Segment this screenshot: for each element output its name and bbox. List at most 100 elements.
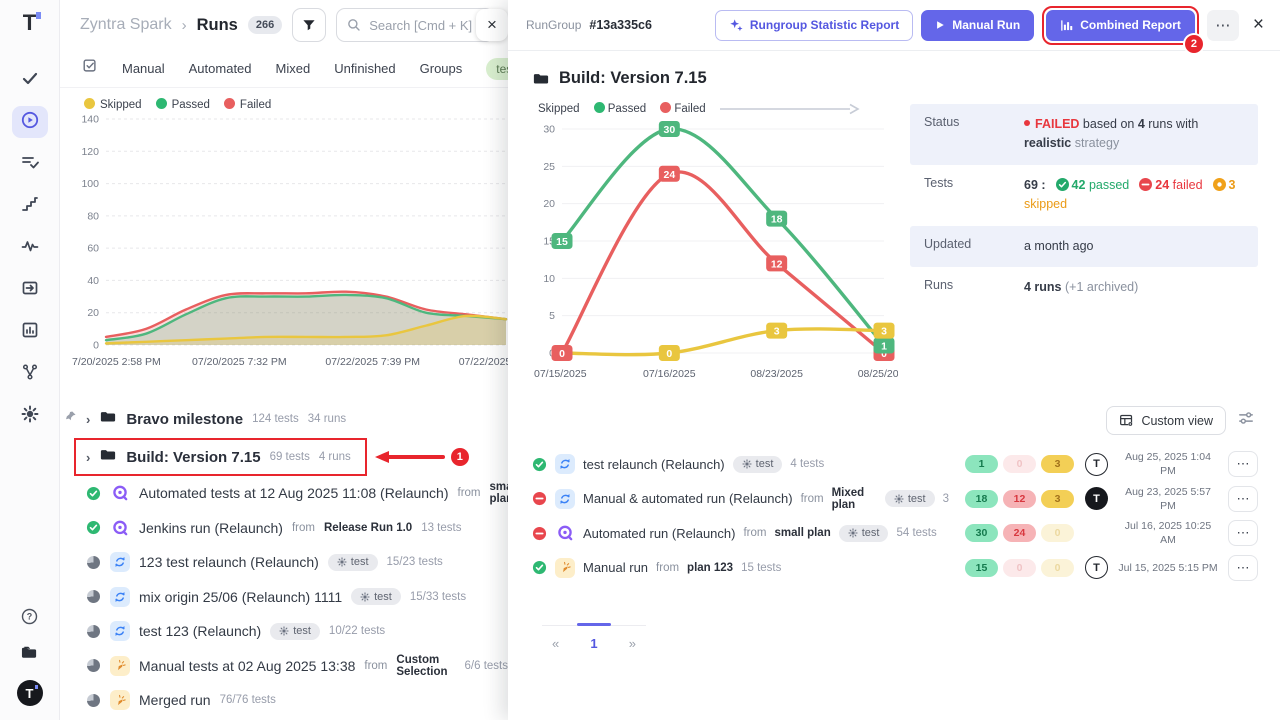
run-avatar: T [1085, 487, 1108, 510]
run-title[interactable]: Manual run [583, 560, 648, 575]
run-row[interactable]: 123 test relaunch (Relaunch) test 15/23 … [86, 545, 508, 580]
row-menu-button[interactable]: ⋯ [1228, 520, 1258, 546]
run-title[interactable]: Jenkins run (Relaunch) [139, 520, 283, 536]
legend-passed: Passed [594, 102, 647, 115]
custom-view-button[interactable]: Custom view [1106, 406, 1226, 435]
tab-groups[interactable]: Groups [420, 61, 463, 76]
group-runs-count: 4 runs [319, 451, 351, 463]
search-input[interactable] [369, 18, 483, 33]
sidebar-item-tests[interactable] [12, 64, 48, 96]
rungroup-info: Status FAILED based on 4 runs with reali… [910, 104, 1258, 390]
run-row[interactable]: test 123 (Relaunch) test 10/22 tests [86, 614, 508, 649]
sidebar-item-pulse[interactable] [12, 232, 48, 264]
legend-failed: Failed [660, 102, 706, 115]
run-row[interactable]: Manual run from plan 123 15 tests 15 0 0… [532, 551, 1258, 586]
from-plan[interactable]: Mixed plan [832, 487, 877, 511]
run-row[interactable]: test relaunch (Relaunch) test 4 tests 1 … [532, 447, 1258, 482]
result-pills: 1 0 3 [965, 455, 1077, 473]
manual-run-button[interactable]: Manual Run [921, 10, 1034, 41]
run-title[interactable]: Manual & automated run (Relaunch) [583, 491, 793, 506]
run-title[interactable]: Automated tests at 12 Aug 2025 11:08 (Re… [139, 485, 449, 501]
runs-row: Runs 4 runs (+1 archived) [910, 267, 1258, 308]
run-row[interactable]: Manual & automated run (Relaunch) from M… [532, 482, 1258, 517]
tab-manual[interactable]: Manual [122, 61, 165, 76]
pagination-prev[interactable]: « [552, 636, 559, 651]
tab-automated[interactable]: Automated [189, 61, 252, 76]
svg-text:120: 120 [81, 146, 99, 158]
annotation-step-2: 2 [1185, 35, 1203, 53]
app-logo: T [23, 12, 36, 34]
run-title[interactable]: Manual tests at 02 Aug 2025 13:38 [139, 658, 355, 674]
chevron-right-icon[interactable]: › [86, 450, 90, 465]
pagination-page-1[interactable]: 1 [590, 636, 597, 651]
from-plan[interactable]: Custom Selection [396, 654, 455, 678]
group-title[interactable]: Bravo milestone [126, 411, 243, 428]
svg-text:1: 1 [881, 341, 887, 353]
folder-nav-icon[interactable] [20, 644, 39, 666]
run-filter-tabs: Manual Automated Mixed Unfinished Groups… [60, 50, 508, 88]
run-row[interactable]: Jenkins run (Relaunch) from Release Run … [86, 511, 508, 546]
group-trend-chart: Skipped Passed Failed 05101520253007/15/… [532, 102, 910, 390]
sidebar-item-milestones[interactable] [12, 190, 48, 222]
run-title[interactable]: Automated run (Relaunch) [583, 526, 735, 541]
from-plan[interactable]: Release Run 1.0 [324, 522, 412, 534]
run-row[interactable]: Automated run (Relaunch) from small plan… [532, 516, 1258, 551]
tab-unfinished[interactable]: Unfinished [334, 61, 395, 76]
select-all-icon[interactable] [82, 58, 98, 79]
pagination: « 1 » [542, 625, 646, 651]
passed-check-icon [1056, 178, 1069, 191]
svg-text:07/22/2025 7:39 PM: 07/22/2025 7:39 PM [325, 356, 420, 368]
run-group-row-highlighted[interactable]: › Build: Version 7.15 69 tests 4 runs 1 [74, 438, 367, 476]
filter-button[interactable] [292, 8, 326, 42]
run-title[interactable]: mix origin 25/06 (Relaunch) 1111 [139, 589, 342, 605]
user-avatar[interactable]: T [17, 680, 43, 706]
from-plan[interactable]: plan 123 [687, 562, 733, 574]
svg-text:0: 0 [93, 340, 99, 352]
row-menu-button[interactable]: ⋯ [1228, 555, 1258, 581]
display-settings-icon[interactable] [1238, 410, 1254, 431]
svg-text:140: 140 [81, 114, 99, 126]
from-label: from [656, 562, 679, 574]
drawer-body: Build: Version 7.15 Skipped Passed Faile… [508, 51, 1280, 720]
list-check-icon [21, 153, 39, 176]
run-title[interactable]: Merged run [139, 692, 211, 708]
from-plan[interactable]: small plan [774, 527, 830, 539]
run-avatar: T [1085, 556, 1108, 579]
sidebar-item-plans[interactable] [12, 148, 48, 180]
svg-text:40: 40 [87, 275, 99, 287]
from-label: from [801, 493, 824, 505]
sidebar-item-settings[interactable] [12, 400, 48, 432]
run-title[interactable]: test 123 (Relaunch) [139, 623, 261, 639]
sidebar-item-branches[interactable] [12, 358, 48, 390]
tab-mixed[interactable]: Mixed [276, 61, 311, 76]
run-row[interactable]: Automated tests at 12 Aug 2025 11:08 (Re… [86, 476, 508, 511]
svg-text:3: 3 [881, 326, 887, 338]
svg-text:07/15/2025: 07/15/2025 [534, 368, 587, 380]
run-row[interactable]: mix origin 25/06 (Relaunch) 1111 test 15… [86, 580, 508, 615]
combined-report-button[interactable]: Combined Report [1046, 10, 1195, 41]
more-actions-button[interactable]: ⋯ [1207, 10, 1239, 41]
run-row[interactable]: Manual tests at 02 Aug 2025 13:38 from C… [86, 649, 508, 684]
sidebar-item-runs[interactable] [12, 106, 48, 138]
run-title[interactable]: test relaunch (Relaunch) [583, 457, 725, 472]
pagination-next[interactable]: » [629, 636, 636, 651]
run-group-row[interactable]: › Bravo milestone 124 tests 34 runs [86, 400, 346, 438]
search-clear-button[interactable]: × [476, 9, 508, 41]
search-box [336, 8, 494, 42]
sidebar-item-reports[interactable] [12, 316, 48, 348]
failed-dot-icon [224, 98, 235, 109]
line-chart: 05101520253007/15/202507/16/202508/23/20… [532, 115, 898, 385]
close-drawer-icon[interactable]: × [1253, 14, 1264, 36]
breadcrumb-project[interactable]: Zyntra Spark [80, 16, 172, 34]
row-menu-button[interactable]: ⋯ [1228, 486, 1258, 512]
filter-tag[interactable]: test work [486, 58, 508, 80]
help-icon[interactable]: ? [21, 608, 38, 630]
chevron-right-icon[interactable]: › [86, 412, 90, 427]
from-plan[interactable]: small plan [490, 481, 508, 505]
row-menu-button[interactable]: ⋯ [1228, 451, 1258, 477]
sidebar-item-import[interactable] [12, 274, 48, 306]
run-row[interactable]: Merged run 76/76 tests [86, 683, 508, 718]
rungroup-statistic-report-button[interactable]: Rungroup Statistic Report [715, 10, 913, 41]
group-title[interactable]: Build: Version 7.15 [126, 449, 260, 466]
run-title[interactable]: 123 test relaunch (Relaunch) [139, 554, 319, 570]
